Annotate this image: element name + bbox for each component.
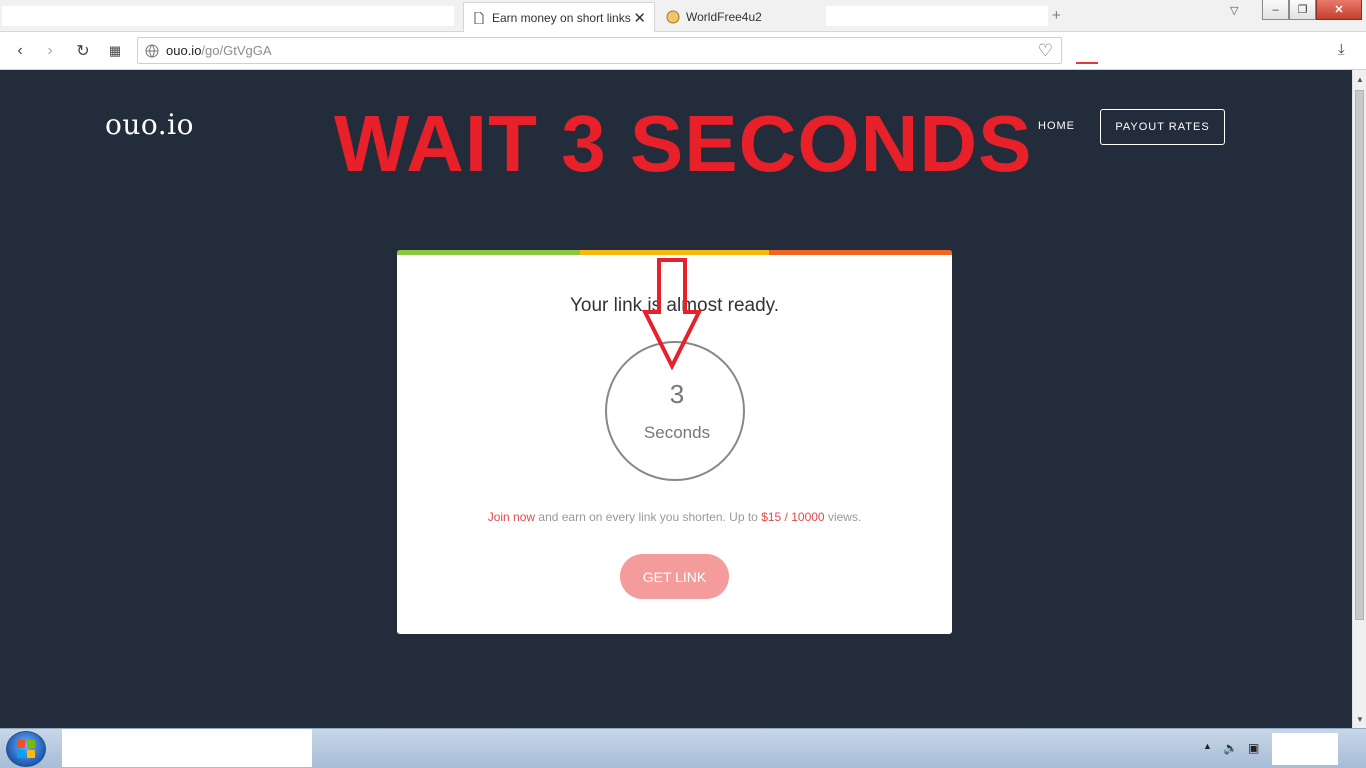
scroll-up-icon[interactable]: ▲ xyxy=(1353,72,1366,86)
browser-window: Earn money on short links ✕ WorldFree4u2… xyxy=(0,0,1366,768)
reload-button[interactable]: ↻ xyxy=(73,41,93,61)
vertical-scrollbar[interactable]: ▲ ▼ xyxy=(1352,70,1366,728)
url-path: /go/GtVgGA xyxy=(201,43,272,58)
tab-title: Earn money on short links xyxy=(492,10,631,25)
join-now-link[interactable]: Join now xyxy=(488,510,535,524)
network-icon[interactable]: ▣ xyxy=(1248,741,1259,755)
download-icon[interactable]: ⤓ xyxy=(1338,41,1345,58)
globe-icon xyxy=(138,44,166,58)
site-icon xyxy=(666,10,680,24)
restore-button[interactable]: ❐ xyxy=(1289,0,1316,20)
redacted-area xyxy=(1070,38,1320,60)
bookmark-heart-icon[interactable]: ♡ xyxy=(1038,41,1053,61)
card-bar-green xyxy=(397,250,580,255)
search-underline xyxy=(1076,62,1098,64)
taskbar: ▲ 🔈 ▣ xyxy=(0,728,1366,768)
back-button[interactable]: ‹ xyxy=(10,41,30,61)
tab-title: WorldFree4u2 xyxy=(686,10,762,24)
scroll-thumb[interactable] xyxy=(1355,90,1364,620)
windows-logo-icon xyxy=(17,740,35,758)
tray-expand-icon[interactable]: ▲ xyxy=(1203,741,1212,751)
forward-button[interactable]: › xyxy=(40,41,60,61)
tab-strip: Earn money on short links ✕ WorldFree4u2… xyxy=(0,0,1366,32)
page-viewport: ouo.io WAIT 3 SECONDS HOME PAYOUT RATES … xyxy=(0,70,1352,728)
promo-text: Join now and earn on every link you shor… xyxy=(397,510,952,524)
nav-home-link[interactable]: HOME xyxy=(1038,120,1075,132)
url-text: ouo.io/go/GtVgGA xyxy=(166,43,272,58)
card-bar-yellow xyxy=(580,250,769,255)
promo-rate: $15 / 10000 xyxy=(761,510,825,524)
redacted-area xyxy=(2,6,454,26)
get-link-button[interactable]: GET LINK xyxy=(620,554,729,599)
promo-end: views. xyxy=(824,510,862,524)
address-bar[interactable]: ouo.io/go/GtVgGA ♡ xyxy=(137,37,1062,64)
close-icon[interactable]: ✕ xyxy=(633,9,646,27)
promo-middle: and earn on every link you shorten. Up t… xyxy=(535,510,762,524)
speed-dial-icon[interactable]: ▦ xyxy=(105,41,125,61)
redacted-area xyxy=(826,6,1048,26)
tab-menu-icon[interactable]: ▽ xyxy=(1230,4,1238,17)
countdown-unit: Seconds xyxy=(643,423,711,442)
url-host: ouo.io xyxy=(166,43,202,58)
tab-worldfree4u2[interactable]: WorldFree4u2 xyxy=(658,2,823,32)
payout-rates-button[interactable]: PAYOUT RATES xyxy=(1100,109,1225,145)
close-window-button[interactable]: ✕ xyxy=(1316,0,1362,20)
minimize-button[interactable]: – xyxy=(1262,0,1289,20)
countdown-value: 3 xyxy=(669,379,685,409)
redacted-area xyxy=(1272,733,1338,765)
new-tab-icon[interactable]: + xyxy=(1052,7,1061,24)
browser-toolbar: ‹ › ↻ ▦ ouo.io/go/GtVgGA ♡ ⤓ xyxy=(0,32,1366,70)
redacted-area xyxy=(62,729,312,767)
volume-icon[interactable]: 🔈 xyxy=(1223,741,1238,755)
tab-earn-money[interactable]: Earn money on short links ✕ xyxy=(463,2,655,32)
site-logo[interactable]: ouo.io xyxy=(105,108,194,141)
wait-banner: WAIT 3 SECONDS xyxy=(334,99,1033,188)
start-button[interactable] xyxy=(6,731,46,767)
scroll-down-icon[interactable]: ▼ xyxy=(1353,712,1366,726)
page-icon xyxy=(472,11,486,25)
down-arrow-icon xyxy=(641,258,703,371)
card-bar-orange xyxy=(769,250,952,255)
